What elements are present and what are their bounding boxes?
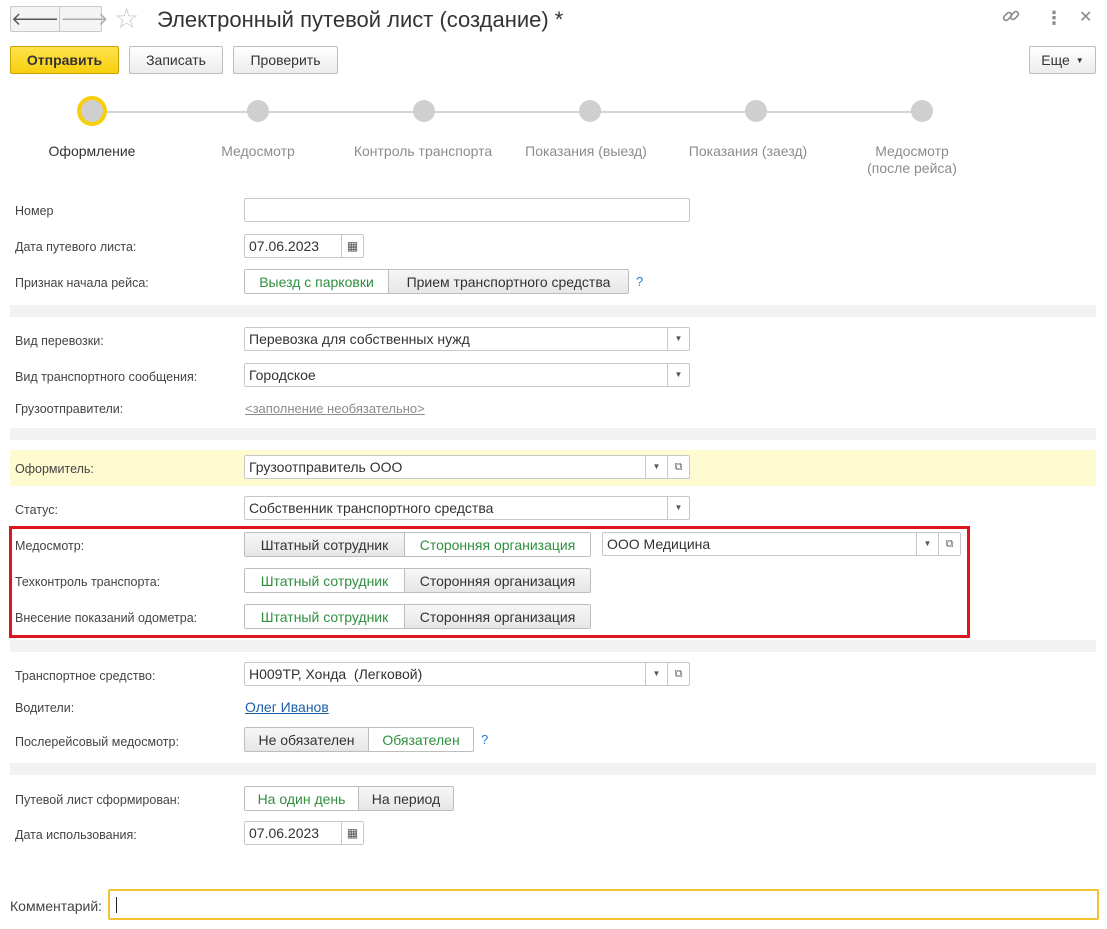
step-label[interactable]: Показания (заезд) — [678, 143, 818, 160]
arrow-right-icon: 🡒 — [60, 8, 109, 29]
formed-toggle: На один день На период — [244, 786, 454, 811]
comment-label: Комментарий: — [10, 898, 103, 914]
trip-start-option-reception[interactable]: Прием транспортного средства — [388, 270, 628, 293]
chevron-down-icon[interactable]: ▼ — [667, 363, 689, 387]
step-dot[interactable] — [413, 100, 435, 122]
chevron-down-icon[interactable]: ▼ — [645, 662, 667, 686]
formed-option-period[interactable]: На период — [358, 787, 453, 810]
medical-label: Медосмотр: — [15, 539, 85, 553]
calendar-icon[interactable]: ▦ — [341, 821, 363, 845]
open-form-icon[interactable]: ⧉ — [667, 662, 689, 686]
step-label[interactable]: Показания (выезд) — [511, 143, 661, 160]
steps-connector — [92, 111, 922, 113]
connection-type-label: Вид транспортного сообщения: — [15, 370, 198, 384]
comment-input[interactable] — [108, 889, 1099, 920]
calendar-icon[interactable]: ▦ — [341, 234, 363, 258]
date-input[interactable]: 07.06.2023 ▦ — [244, 234, 364, 258]
step-dot[interactable] — [745, 100, 767, 122]
transport-type-select[interactable]: Перевозка для собственных нужд ▼ — [244, 327, 690, 351]
step-dot[interactable] — [911, 100, 933, 122]
section-divider — [10, 763, 1096, 775]
formed-option-one-day[interactable]: На один день — [245, 787, 358, 810]
step-label[interactable]: Медосмотр — [198, 143, 318, 160]
link-icon[interactable] — [1001, 6, 1021, 32]
chevron-down-icon[interactable]: ▼ — [645, 455, 667, 479]
medical-org-select[interactable]: ООО Медицина ▼ ⧉ — [602, 532, 961, 556]
shippers-label: Грузоотправители: — [15, 402, 124, 416]
medical-option-external[interactable]: Сторонняя организация — [404, 533, 590, 556]
number-label: Номер — [15, 204, 54, 218]
chevron-down-icon: ▼ — [1075, 55, 1084, 65]
trip-start-option-parking[interactable]: Выезд с парковки — [245, 270, 388, 293]
post-medical-label: Послерейсовый медосмотр: — [15, 735, 179, 749]
odometer-toggle: Штатный сотрудник Сторонняя организация — [244, 604, 591, 629]
odometer-option-external[interactable]: Сторонняя организация — [404, 605, 590, 628]
tech-control-option-staff[interactable]: Штатный сотрудник — [245, 569, 404, 592]
check-button[interactable]: Проверить — [233, 46, 338, 74]
tech-control-option-external[interactable]: Сторонняя организация — [404, 569, 590, 592]
forward-button[interactable]: 🡒 — [59, 7, 109, 31]
odometer-label: Внесение показаний одометра: — [15, 611, 198, 625]
status-label: Статус: — [15, 503, 58, 517]
vehicle-select[interactable]: Н009ТР, Хонда (Легковой) ▼ ⧉ — [244, 662, 690, 686]
chevron-down-icon[interactable]: ▼ — [667, 327, 689, 351]
odometer-option-staff[interactable]: Штатный сотрудник — [245, 605, 404, 628]
back-button[interactable]: 🡐 — [11, 7, 59, 31]
formed-label: Путевой лист сформирован: — [15, 793, 181, 807]
post-medical-option-required[interactable]: Обязателен — [368, 728, 473, 751]
transport-type-label: Вид перевозки: — [15, 334, 104, 348]
driver-link[interactable]: Олег Иванов — [245, 699, 329, 715]
issuer-label: Оформитель: — [15, 462, 94, 476]
step-dot[interactable] — [247, 100, 269, 122]
section-divider — [10, 305, 1096, 317]
connection-type-select[interactable]: Городское ▼ — [244, 363, 690, 387]
help-icon[interactable]: ? — [481, 732, 488, 747]
step-dot-active[interactable] — [77, 96, 107, 126]
more-menu-button[interactable]: Еще ▼ — [1029, 46, 1096, 74]
medical-option-staff[interactable]: Штатный сотрудник — [245, 533, 404, 556]
vehicle-label: Транспортное средство: — [15, 669, 156, 683]
trip-start-label: Признак начала рейса: — [15, 276, 149, 290]
more-vertical-icon[interactable]: ⋮ — [1045, 6, 1063, 30]
post-medical-toggle: Не обязателен Обязателен — [244, 727, 474, 752]
drivers-label: Водители: — [15, 701, 75, 715]
save-button[interactable]: Записать — [129, 46, 223, 74]
usage-date-label: Дата использования: — [15, 828, 137, 842]
trip-start-toggle: Выезд с парковки Прием транспортного сре… — [244, 269, 629, 294]
step-dot[interactable] — [579, 100, 601, 122]
usage-date-input[interactable]: 07.06.2023 ▦ — [244, 821, 364, 845]
chevron-down-icon[interactable]: ▼ — [667, 496, 689, 520]
section-divider — [10, 428, 1096, 440]
chevron-down-icon[interactable]: ▼ — [916, 532, 938, 556]
page-title: Электронный путевой лист (создание) * — [157, 7, 564, 32]
medical-toggle: Штатный сотрудник Сторонняя организация — [244, 532, 591, 557]
close-icon[interactable]: ✕ — [1079, 6, 1092, 30]
send-button[interactable]: Отправить — [10, 46, 119, 74]
section-divider — [10, 640, 1096, 652]
issuer-select[interactable]: Грузоотправитель ООО ▼ ⧉ — [244, 455, 690, 479]
post-medical-option-optional[interactable]: Не обязателен — [245, 728, 368, 751]
star-icon[interactable]: ☆ — [114, 4, 139, 34]
step-label[interactable]: Контроль транспорта — [343, 143, 503, 160]
text-caret — [116, 897, 117, 913]
tech-control-toggle: Штатный сотрудник Сторонняя организация — [244, 568, 591, 593]
step-label[interactable]: Оформление — [32, 143, 152, 160]
status-select[interactable]: Собственник транспортного средства ▼ — [244, 496, 690, 520]
tech-control-label: Техконтроль транспорта: — [15, 575, 161, 589]
shippers-link[interactable]: <заполнение необязательно> — [245, 401, 425, 416]
open-form-icon[interactable]: ⧉ — [938, 532, 960, 556]
help-icon[interactable]: ? — [636, 274, 643, 289]
open-form-icon[interactable]: ⧉ — [667, 455, 689, 479]
number-input[interactable] — [244, 198, 690, 222]
step-label[interactable]: Медосмотр (после рейса) — [852, 143, 972, 177]
date-label: Дата путевого листа: — [15, 240, 137, 254]
arrow-left-icon: 🡐 — [11, 8, 60, 29]
navigation-buttons: 🡐 🡒 — [10, 6, 109, 32]
